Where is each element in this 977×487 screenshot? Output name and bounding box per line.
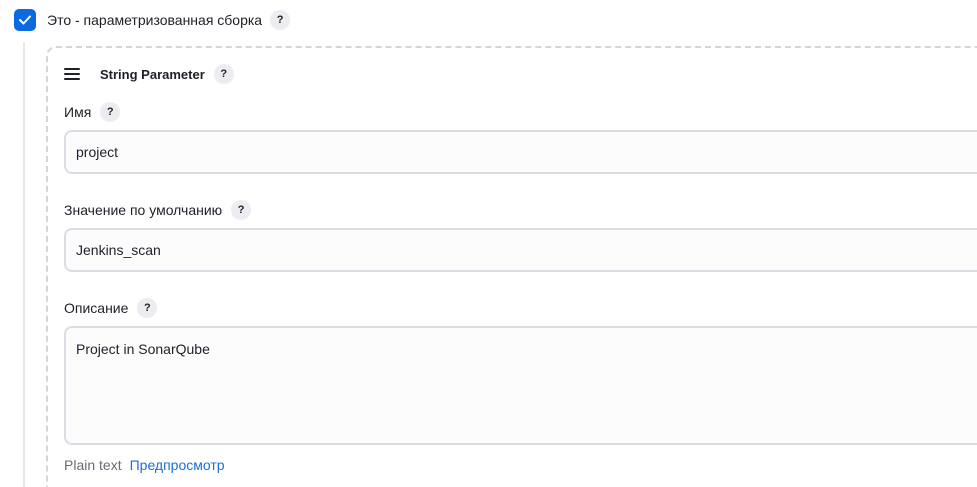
parameterized-build-checkbox[interactable] <box>14 9 36 31</box>
default-value-field-label-text: Значение по умолчанию <box>64 202 223 218</box>
description-format-row: Plain text Предпросмотр <box>64 455 225 475</box>
name-field-input[interactable] <box>64 130 977 174</box>
nesting-guide-line <box>23 42 25 487</box>
string-parameter-header: String Parameter ? <box>64 64 234 84</box>
plain-text-label: Plain text <box>64 457 122 473</box>
checkmark-icon <box>19 15 31 25</box>
parameterized-build-help-icon[interactable]: ? <box>270 10 291 30</box>
default-value-field-input[interactable] <box>64 228 977 272</box>
parameterized-build-row: Это - параметризованная сборка ? <box>14 9 291 31</box>
default-value-field-help-icon[interactable]: ? <box>231 200 252 220</box>
default-value-field-label: Значение по умолчанию ? <box>64 200 252 220</box>
name-field-help-icon[interactable]: ? <box>100 102 121 122</box>
drag-handle-icon[interactable] <box>64 68 80 80</box>
parameterized-build-label[interactable]: Это - параметризованная сборка <box>47 9 262 31</box>
string-parameter-help-icon[interactable]: ? <box>213 64 234 84</box>
description-field-label-text: Описание <box>64 300 129 316</box>
string-parameter-title: String Parameter <box>100 66 205 82</box>
description-field-help-icon[interactable]: ? <box>137 298 158 318</box>
preview-link[interactable]: Предпросмотр <box>130 457 225 473</box>
name-field-label-text: Имя <box>64 104 92 120</box>
name-field-label: Имя ? <box>64 102 121 122</box>
build-config-section: Это - параметризованная сборка ? String … <box>0 0 977 487</box>
description-field-textarea[interactable]: Project in SonarQube <box>64 326 977 445</box>
description-field-label: Описание ? <box>64 298 158 318</box>
